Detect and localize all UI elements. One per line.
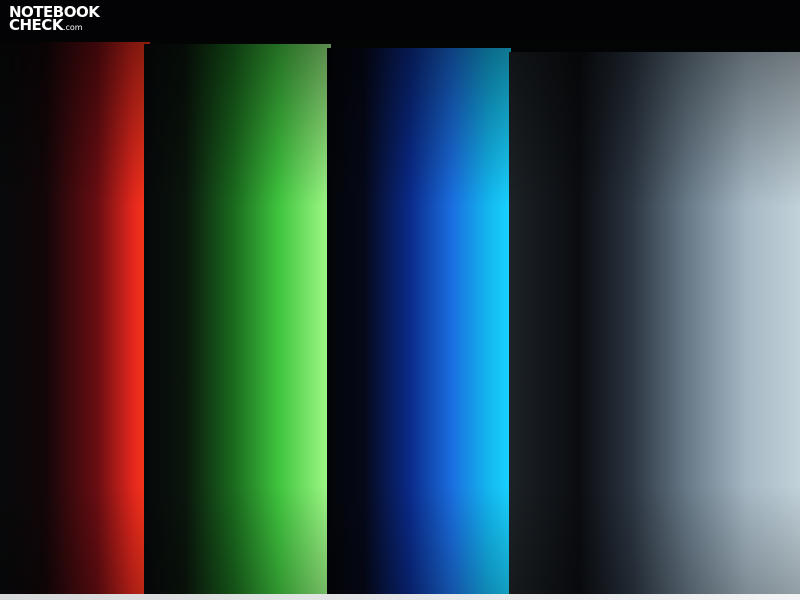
watermark-line2: CHECK.com bbox=[9, 16, 99, 34]
red-gradient-band bbox=[0, 42, 150, 596]
notebookcheck-watermark: NOTEBOOK CHECK.com bbox=[9, 5, 100, 34]
green-gradient-band bbox=[144, 44, 331, 596]
watermark-suffix: .com bbox=[62, 23, 83, 32]
bottom-bezel bbox=[0, 594, 800, 600]
display-photo: NOTEBOOK CHECK.com bbox=[0, 0, 800, 600]
display-screen bbox=[0, 40, 800, 596]
blue-gradient-band bbox=[327, 48, 511, 596]
gray-gradient-band bbox=[509, 52, 800, 596]
watermark-line2-text: CHECK bbox=[9, 16, 63, 34]
